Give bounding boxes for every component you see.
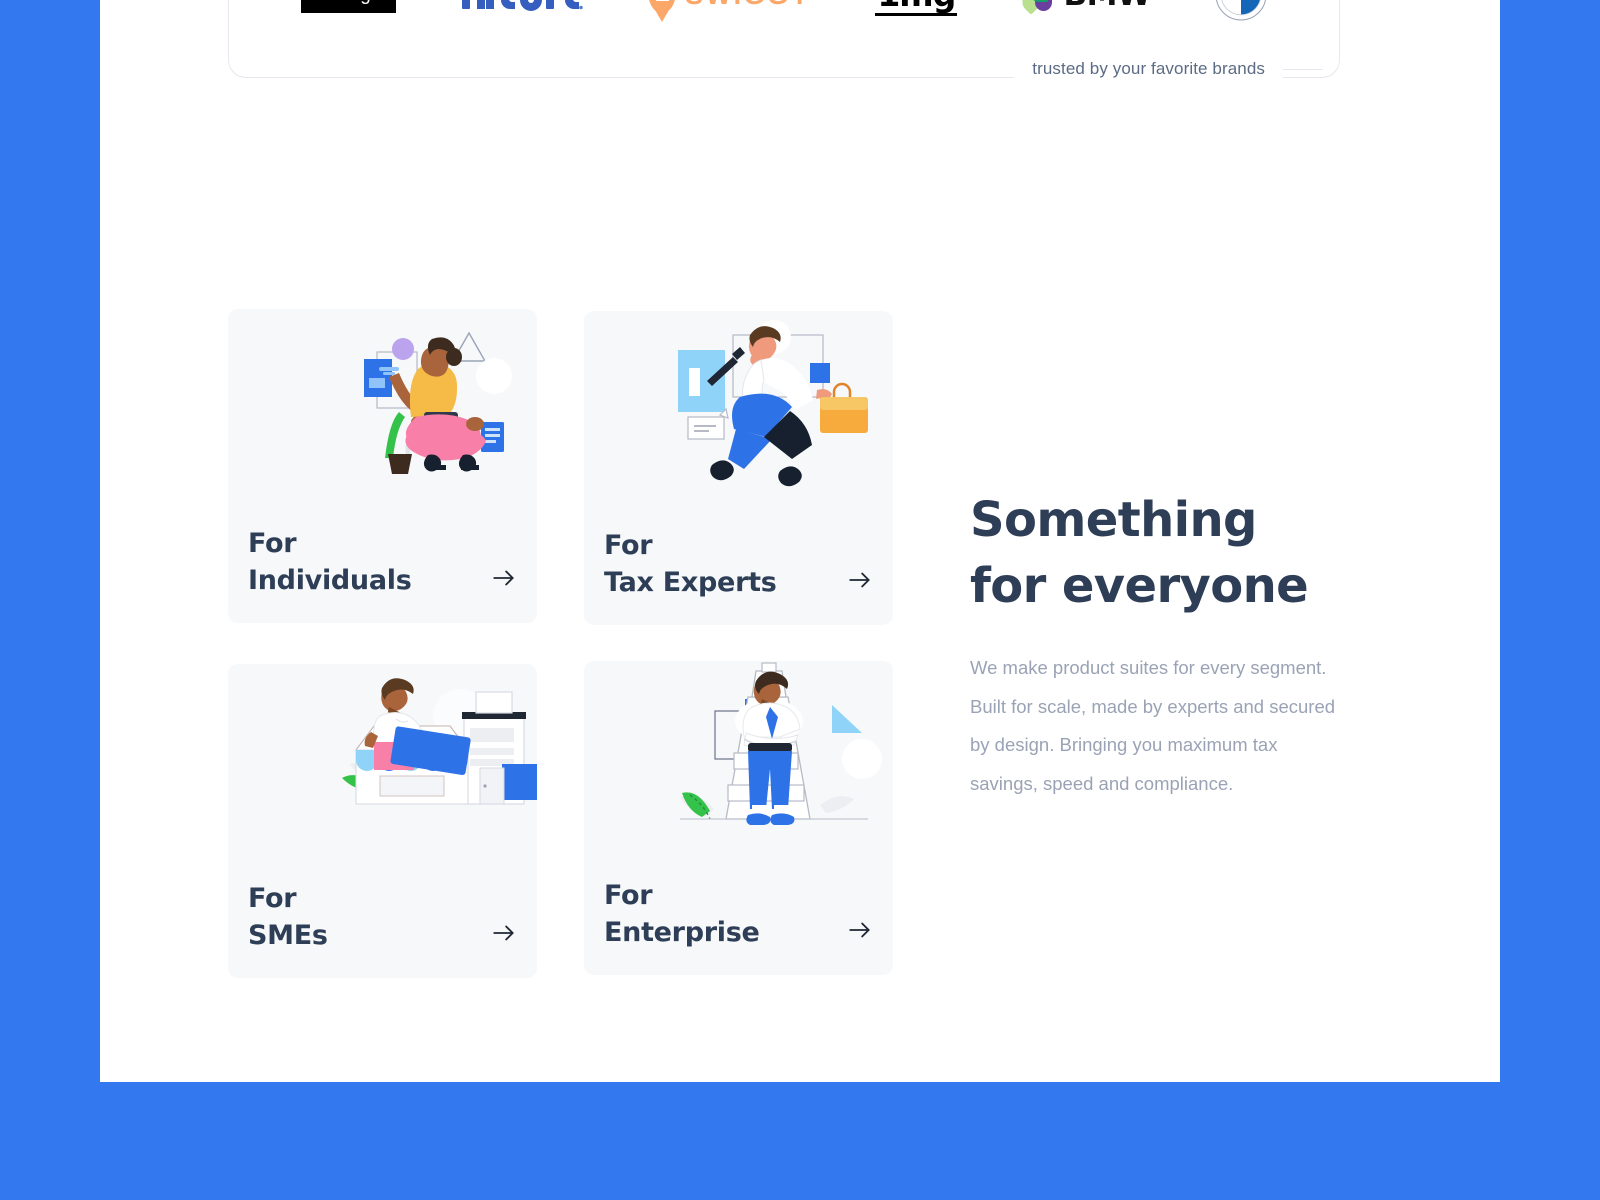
illustration-tax-experts: [584, 311, 893, 501]
arrow-right-icon[interactable]: [847, 917, 873, 943]
intuit-wordmark-icon: [461, 0, 583, 11]
card-footer-tax-experts: For Tax Experts: [584, 527, 893, 626]
woman-sitting-illustration-icon: [364, 331, 512, 474]
card-footer-smes: For SMEs: [228, 880, 537, 979]
arrow-right-icon[interactable]: [491, 565, 517, 591]
swiggy-wordmark: SWIGGY: [685, 0, 811, 11]
content-panel: Homigo: [100, 0, 1500, 1082]
section-heading: Something for everyone: [970, 492, 1309, 615]
card-for-individuals[interactable]: For Individuals: [228, 309, 537, 623]
brand-logo-treebo: BMW: [1017, 0, 1152, 21]
card-for-enterprise[interactable]: For Enterprise: [584, 661, 893, 975]
section-body: We make product suites for every segment…: [970, 657, 1336, 794]
brand-logo-bmw: B M W: [1215, 0, 1267, 21]
brand-logo-intuit: [460, 0, 584, 21]
card-title-smes: For SMEs: [248, 882, 328, 951]
homigo-wordmark: Homigo: [301, 0, 396, 13]
man-running-illustration-icon: [678, 320, 868, 487]
illustration-individuals: [228, 309, 537, 499]
enterprise-building-illustration-icon: [680, 662, 882, 825]
card-title-enterprise: For Enterprise: [604, 879, 760, 948]
card-for-tax-experts[interactable]: For Tax Experts: [584, 311, 893, 625]
card-footer-enterprise: For Enterprise: [584, 877, 893, 976]
card-title-individuals: For Individuals: [248, 527, 412, 596]
brand-logo-swiggy: SWIGGY: [648, 0, 811, 21]
onemg-wordmark: 1mg: [875, 0, 958, 17]
treebo-wordmark: BMW: [1064, 0, 1152, 13]
card-title-tax-experts: For Tax Experts: [604, 529, 777, 598]
brand-logo-homigo: Homigo: [301, 0, 396, 21]
trusted-brands-label: trusted by your favorite brands: [1014, 59, 1283, 79]
arrow-right-icon[interactable]: [847, 567, 873, 593]
brand-logo-1mg: 1mg: [875, 0, 958, 21]
brand-logo-row: Homigo: [229, 0, 1339, 21]
caption-rule: [1283, 68, 1323, 70]
card-footer-individuals: For Individuals: [228, 525, 537, 624]
shopfront-illustration-icon: [342, 678, 537, 805]
illustration-smes: [228, 664, 537, 854]
trusted-brands-caption: trusted by your favorite brands: [229, 59, 1339, 79]
bmw-roundel-icon: B M W: [1215, 0, 1266, 21]
treebo-mark-icon: [1017, 0, 1054, 15]
arrow-right-icon[interactable]: [491, 920, 517, 946]
illustration-enterprise: [584, 661, 893, 851]
trusted-brands-card: Homigo: [228, 0, 1340, 79]
swiggy-pin-icon: [648, 0, 677, 13]
page-root: Homigo: [0, 0, 1600, 1200]
section-copy: Something for everyone We make product s…: [970, 487, 1342, 803]
card-for-smes[interactable]: For SMEs: [228, 664, 537, 978]
